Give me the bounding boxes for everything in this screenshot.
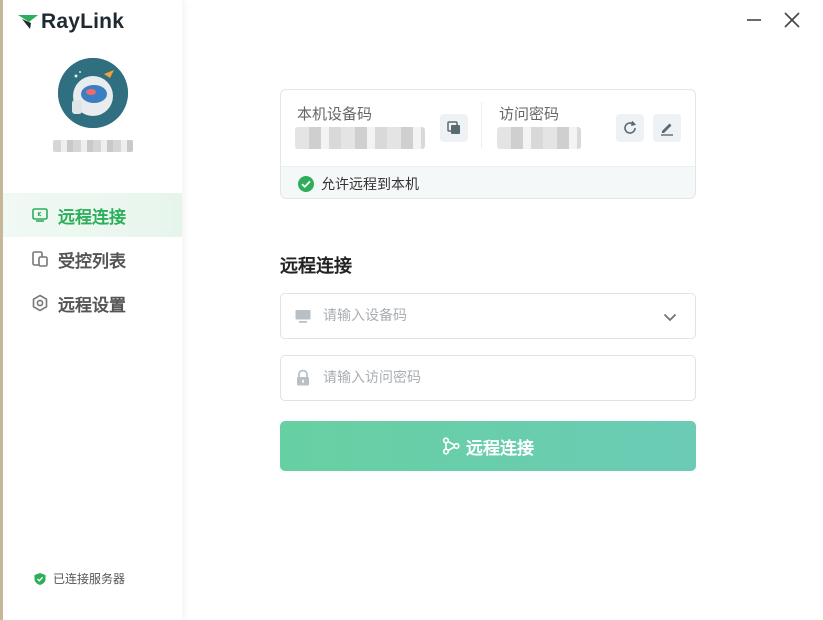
- refresh-icon: [624, 120, 636, 134]
- device-code-blurred: [295, 127, 425, 149]
- lock-icon: [294, 369, 312, 387]
- card-divider: [481, 102, 482, 148]
- edit-password-button[interactable]: [653, 114, 681, 142]
- device-code-input[interactable]: [323, 308, 643, 324]
- username-blurred: [53, 140, 133, 152]
- raylink-logo-icon: [18, 15, 38, 29]
- access-password-blurred: [497, 127, 581, 149]
- close-icon: [784, 12, 800, 28]
- shield-check-icon: [33, 572, 47, 586]
- chevron-down-icon[interactable]: [661, 308, 679, 326]
- copy-icon: [447, 121, 460, 134]
- devices-icon: [31, 250, 49, 268]
- access-password-field[interactable]: [280, 355, 696, 401]
- device-code-field[interactable]: [280, 293, 696, 339]
- sidebar-item-label: 受控列表: [58, 251, 126, 272]
- sidebar-item-remote-settings[interactable]: 远程设置: [3, 281, 182, 325]
- device-code-section: 本机设备码: [281, 90, 481, 166]
- minimize-icon: [747, 19, 761, 21]
- device-info-card: 本机设备码 访问密码 允许远程到本机: [280, 89, 696, 199]
- device-info-row: 本机设备码 访问密码: [281, 90, 695, 166]
- minimize-button[interactable]: [742, 8, 766, 32]
- check-circle-icon: [297, 175, 315, 193]
- edit-pencil-icon: [661, 123, 673, 136]
- settings-hex-icon: [31, 294, 49, 312]
- server-status-text: 已连接服务器: [53, 572, 126, 586]
- close-button[interactable]: [780, 8, 804, 32]
- allow-remote-label: 允许远程到本机: [321, 176, 419, 193]
- app-name: RayLink: [41, 10, 125, 33]
- allow-remote-row[interactable]: 允许远程到本机: [281, 166, 695, 198]
- remote-connect-title: 远程连接: [280, 256, 352, 277]
- access-password-label: 访问密码: [499, 105, 560, 123]
- app-logo: RayLink: [17, 10, 124, 34]
- remote-connect-button[interactable]: 远程连接: [280, 421, 696, 471]
- sidebar: RayLink 远程连接 受控列表 远程设置 已连接服务器: [0, 0, 182, 620]
- server-status: 已连接服务器: [33, 570, 125, 587]
- access-password-input[interactable]: [323, 370, 643, 386]
- remote-connect-button-label: 远程连接: [466, 438, 534, 459]
- sidebar-item-label: 远程设置: [58, 295, 126, 316]
- sidebar-item-controlled-list[interactable]: 受控列表: [3, 237, 182, 281]
- sidebar-item-remote-connect[interactable]: 远程连接: [3, 193, 182, 237]
- sidebar-item-label: 远程连接: [58, 207, 126, 228]
- avatar[interactable]: [58, 58, 128, 128]
- refresh-password-button[interactable]: [616, 114, 644, 142]
- astronaut-avatar-icon: [58, 58, 128, 128]
- access-password-section: 访问密码: [483, 90, 695, 166]
- monitor-icon: [31, 206, 49, 224]
- copy-device-code-button[interactable]: [440, 114, 468, 142]
- sidebar-nav: 远程连接 受控列表 远程设置: [3, 193, 182, 325]
- monitor-icon: [294, 307, 312, 325]
- device-code-label: 本机设备码: [297, 105, 373, 123]
- connect-nodes-icon: [442, 437, 460, 455]
